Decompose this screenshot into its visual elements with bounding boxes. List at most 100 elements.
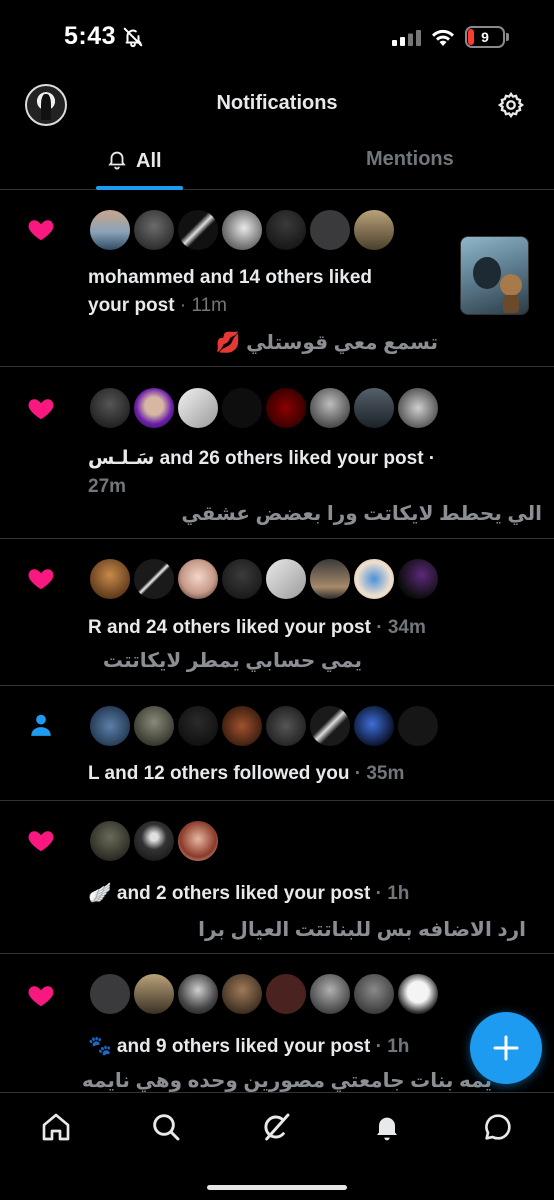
search-icon[interactable] [150, 1111, 182, 1143]
notification-item[interactable]: 🐾 and 9 others liked your post · 1h يمه … [0, 954, 554, 1094]
avatar[interactable] [264, 557, 308, 601]
avatar[interactable] [88, 972, 132, 1016]
avatar[interactable] [352, 972, 396, 1016]
avatar[interactable] [220, 704, 264, 748]
notification-item[interactable]: L and 12 others followed you · 35m [0, 686, 554, 801]
avatar[interactable] [176, 208, 220, 252]
post-preview: تسمع معي قوستلي 💋 [215, 332, 438, 354]
avatar[interactable] [132, 386, 176, 430]
avatar[interactable] [396, 972, 440, 1016]
post-preview: يمي حسابي يمطر لايكاتتت [102, 650, 362, 672]
notification-line: L and 12 others followed you [88, 763, 350, 784]
avatar[interactable] [264, 972, 308, 1016]
notification-time: · 11m [179, 295, 228, 316]
battery-tip [506, 33, 509, 41]
person-icon [31, 714, 51, 736]
post-preview: يمه بنات جامعتي مصورين وحده وهي نايمه [81, 1070, 492, 1092]
notification-item[interactable]: 🪽 and 2 others liked your post · 1h ارد … [0, 801, 554, 954]
notification-time: 27m [88, 476, 127, 497]
heart-icon [28, 986, 54, 1007]
post-thumbnail[interactable] [460, 236, 529, 315]
notification-tabs: All Mentions [0, 138, 554, 190]
notification-item[interactable]: R and 24 others liked your post · 34m يم… [0, 539, 554, 686]
notification-time: · 1h [375, 1036, 410, 1057]
avatar[interactable] [352, 557, 396, 601]
avatar[interactable] [132, 704, 176, 748]
home-icon[interactable] [40, 1111, 72, 1143]
notification-text: 🪽 and 2 others liked your post · 1h [88, 880, 409, 908]
avatar[interactable] [220, 972, 264, 1016]
avatar[interactable] [264, 208, 308, 252]
page-title: Notifications [216, 92, 338, 114]
post-preview: الي يحطط لايكاتت ورا بعضض عشقي [181, 503, 542, 525]
bell-icon[interactable] [371, 1111, 403, 1143]
avatar[interactable] [352, 208, 396, 252]
avatar[interactable] [352, 704, 396, 748]
avatar[interactable] [220, 208, 264, 252]
notification-item[interactable]: mohammed and 14 others liked your post ·… [0, 190, 554, 367]
avatar[interactable] [132, 972, 176, 1016]
notification-line: 🪽 and 2 others liked your post [88, 883, 371, 904]
avatar[interactable] [176, 557, 220, 601]
notification-line: mohammed and 14 others liked [88, 267, 373, 288]
avatar[interactable] [352, 386, 396, 430]
bottom-navigation [0, 1092, 554, 1200]
heart-icon [28, 399, 54, 420]
avatar[interactable] [88, 208, 132, 252]
wifi-icon [432, 29, 454, 46]
notification-text: 🐾 and 9 others liked your post · 1h [88, 1033, 409, 1061]
avatar[interactable] [132, 208, 176, 252]
avatar[interactable] [264, 386, 308, 430]
notification-time: · 34m [376, 617, 426, 638]
notification-line: R and 24 others liked your post [88, 617, 371, 638]
avatar[interactable] [132, 819, 176, 863]
bell-icon [108, 151, 126, 170]
avatar[interactable] [176, 704, 220, 748]
chat-bubble-icon[interactable] [482, 1111, 514, 1143]
notification-item[interactable]: سَـلـس and 26 others liked your post · 2… [0, 367, 554, 539]
avatar[interactable] [176, 972, 220, 1016]
avatar[interactable] [308, 208, 352, 252]
avatar[interactable] [308, 557, 352, 601]
status-bar: 5:43 9 [0, 0, 554, 70]
notification-line: سَـلـس and 26 others liked your post · [88, 448, 436, 469]
tab-all-label: All [136, 150, 162, 172]
avatar[interactable] [264, 704, 308, 748]
avatar[interactable] [308, 386, 352, 430]
avatar[interactable] [396, 557, 440, 601]
grok-icon[interactable] [260, 1111, 292, 1143]
plus-icon [493, 1035, 519, 1061]
avatar[interactable] [132, 557, 176, 601]
battery-level: 9 [481, 29, 489, 45]
cellular-signal-icon [392, 30, 421, 46]
avatar[interactable] [176, 386, 220, 430]
gear-icon[interactable] [497, 91, 525, 119]
status-time: 5:43 [64, 22, 117, 50]
avatar[interactable] [220, 386, 264, 430]
avatar[interactable] [88, 819, 132, 863]
heart-icon [28, 220, 54, 241]
notification-text: L and 12 others followed you · 35m [88, 760, 404, 788]
heart-icon [28, 569, 54, 590]
notification-time: · 35m [354, 763, 405, 784]
thumbnail-figure-icon [473, 257, 522, 313]
avatar[interactable] [396, 704, 440, 748]
notification-time: · 1h [375, 883, 410, 904]
app-header: Notifications [0, 78, 554, 138]
avatar[interactable] [88, 557, 132, 601]
avatar[interactable] [88, 386, 132, 430]
notification-text: سَـلـس and 26 others liked your post · 2… [88, 445, 435, 501]
avatar[interactable] [220, 557, 264, 601]
battery-icon: 9 [465, 26, 505, 48]
notification-text: mohammed and 14 others liked your post ·… [88, 264, 372, 320]
avatar[interactable] [308, 704, 352, 748]
heart-icon [28, 831, 54, 852]
tab-mentions[interactable]: Mentions [366, 148, 454, 171]
avatar[interactable] [396, 386, 440, 430]
avatar[interactable] [308, 972, 352, 1016]
avatar[interactable] [176, 819, 220, 863]
avatar[interactable] [88, 704, 132, 748]
compose-button[interactable] [470, 1012, 542, 1084]
tab-all[interactable]: All [106, 148, 162, 173]
post-preview: ارد الاضافه بس للبناتتت العيال برا [198, 919, 526, 941]
